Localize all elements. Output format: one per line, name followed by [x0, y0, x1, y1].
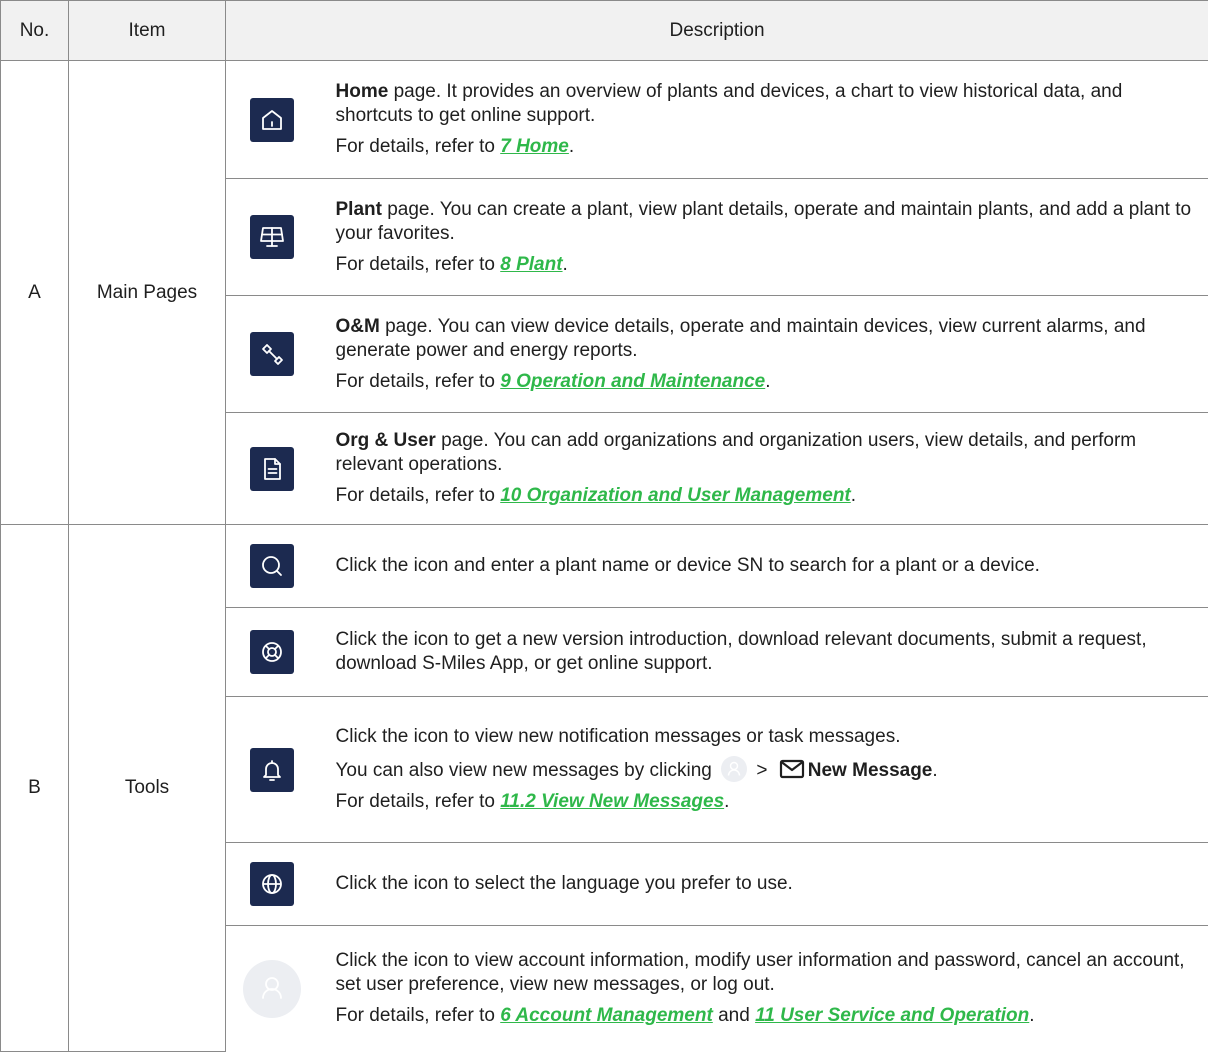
table-row: A Main Pages Home page. It provides an o…: [1, 61, 1208, 179]
group-b-item: Tools: [69, 525, 226, 1052]
description-support: Click the icon to get a new version intr…: [318, 608, 1208, 697]
link-6-account-management[interactable]: 6 Account Management: [500, 1005, 713, 1026]
link-8-plant[interactable]: 8 Plant: [500, 254, 562, 275]
description-language: Click the icon to select the language yo…: [318, 843, 1208, 926]
description-search: Click the icon and enter a plant name or…: [318, 525, 1208, 608]
group-b-no: B: [1, 525, 69, 1052]
link-7-home[interactable]: 7 Home: [500, 136, 569, 157]
function-table: No. Item Description A Main Pages Home p…: [0, 0, 1208, 1052]
group-a-no: A: [1, 61, 69, 525]
home-icon[interactable]: [250, 98, 294, 142]
group-a-item: Main Pages: [69, 61, 226, 525]
globe-icon[interactable]: [250, 862, 294, 906]
wrench-icon[interactable]: [250, 332, 294, 376]
description-account: Click the icon to view account informati…: [318, 926, 1208, 1052]
description-plant: Plant page. You can create a plant, view…: [318, 179, 1208, 296]
description-org-user: Org & User page. You can add organizatio…: [318, 413, 1208, 525]
avatar-icon: [721, 756, 747, 782]
description-notifications: Click the icon to view new notification …: [318, 697, 1208, 843]
solar-panel-icon[interactable]: [250, 215, 294, 259]
header-item: Item: [69, 1, 226, 61]
link-11-user-service-and-operation[interactable]: 11 User Service and Operation: [755, 1005, 1029, 1026]
header-no: No.: [1, 1, 69, 61]
link-11-2-view-new-messages[interactable]: 11.2 View New Messages: [500, 791, 724, 812]
link-10-organization-and-user-management[interactable]: 10 Organization and User Management: [500, 485, 851, 506]
table-row: B Tools Click the icon and enter a plant…: [1, 525, 1208, 608]
lifebuoy-icon[interactable]: [250, 630, 294, 674]
avatar-icon[interactable]: [243, 960, 301, 1018]
document-icon[interactable]: [250, 447, 294, 491]
mail-icon: [779, 759, 805, 779]
bell-icon[interactable]: [250, 748, 294, 792]
link-9-operation-and-maintenance[interactable]: 9 Operation and Maintenance: [500, 371, 765, 392]
search-icon[interactable]: [250, 544, 294, 588]
description-home: Home page. It provides an overview of pl…: [318, 61, 1208, 179]
header-description: Description: [226, 1, 1208, 61]
description-om: O&M page. You can view device details, o…: [318, 296, 1208, 413]
table-header-row: No. Item Description: [1, 1, 1208, 61]
